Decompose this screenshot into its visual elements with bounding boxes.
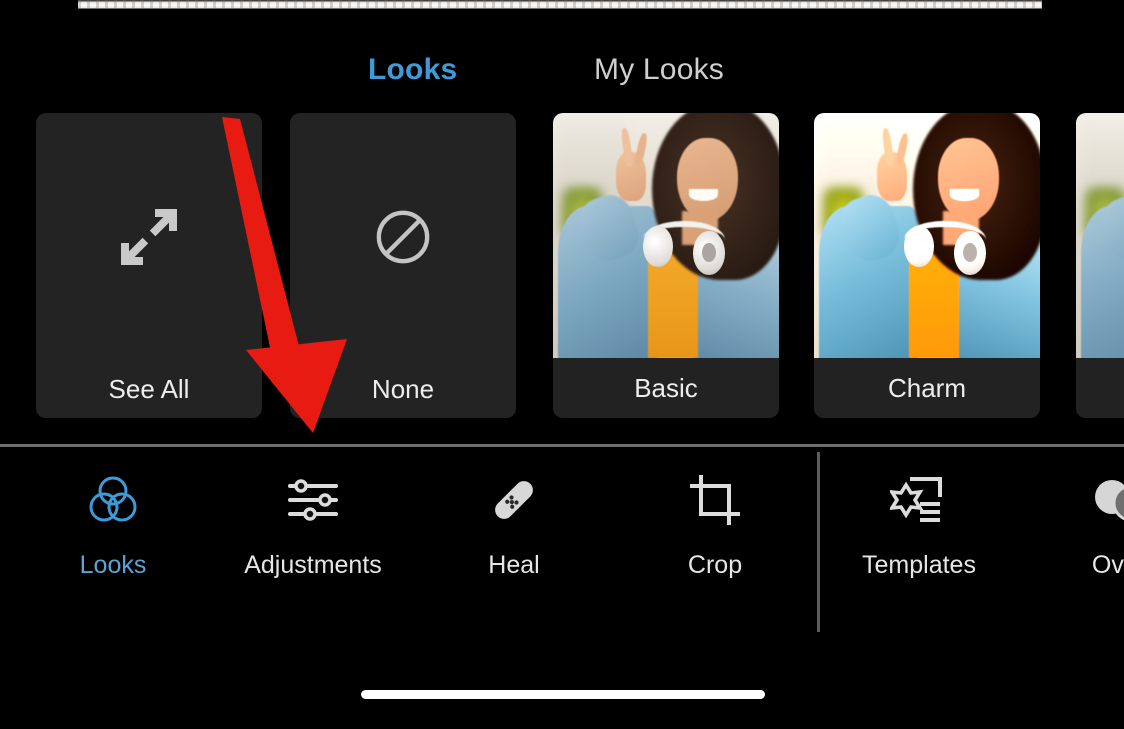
look-thumbnail <box>553 113 779 358</box>
look-thumbnail <box>1076 113 1124 358</box>
look-card-label: Charm <box>814 358 1040 418</box>
look-card-charm[interactable]: Charm <box>814 113 1040 418</box>
none-icon-area <box>290 113 516 361</box>
see-all-icon-area <box>36 113 262 361</box>
toolbar-item-adjustments[interactable]: Adjustments <box>213 467 413 607</box>
look-thumbnail <box>814 113 1040 358</box>
look-card-none[interactable]: None <box>290 113 516 418</box>
toolbar-item-label: Templates <box>862 551 976 579</box>
looks-carousel[interactable]: See All None Basic Charm <box>0 113 1124 418</box>
home-indicator-bar[interactable] <box>361 690 765 699</box>
look-card-label <box>1076 358 1124 418</box>
bandage-icon <box>414 467 614 533</box>
looks-tab-bar: Looks My Looks <box>0 44 1124 96</box>
look-card-next[interactable] <box>1076 113 1124 418</box>
toolbar-item-label: Crop <box>687 551 743 579</box>
no-effect-icon <box>376 210 430 264</box>
expand-arrows-icon <box>121 209 177 265</box>
toolbar-item-looks[interactable]: Looks <box>13 467 213 607</box>
bottom-toolbar[interactable]: Looks Adjustments Heal Crop Templates Ov <box>0 447 1124 637</box>
toolbar-item-label: Looks <box>79 551 147 579</box>
tab-looks[interactable]: Looks <box>368 44 457 96</box>
photo-canvas-edge <box>78 0 1042 9</box>
sliders-icon <box>213 467 413 533</box>
toolbar-item-label: Adjustments <box>244 551 382 579</box>
toolbar-item-label: Over <box>1091 551 1124 579</box>
toolbar-item-label: Heal <box>488 551 540 579</box>
toolbar-item-templates[interactable]: Templates <box>819 467 1019 607</box>
look-card-label: Basic <box>553 358 779 418</box>
template-star-icon <box>819 467 1019 533</box>
overlays-circles-icon <box>1019 467 1124 533</box>
venn-circles-icon <box>13 467 213 533</box>
look-card-label: See All <box>36 361 262 418</box>
app-root: Looks My Looks See All None Basic Charm … <box>0 0 1124 729</box>
look-card-see-all[interactable]: See All <box>36 113 262 418</box>
look-card-label: None <box>290 361 516 418</box>
tab-my-looks[interactable]: My Looks <box>594 44 724 96</box>
toolbar-item-heal[interactable]: Heal <box>414 467 614 607</box>
crop-icon <box>615 467 815 533</box>
look-card-basic[interactable]: Basic <box>553 113 779 418</box>
toolbar-item-overlays[interactable]: Over <box>1019 467 1124 607</box>
toolbar-item-crop[interactable]: Crop <box>615 467 815 607</box>
